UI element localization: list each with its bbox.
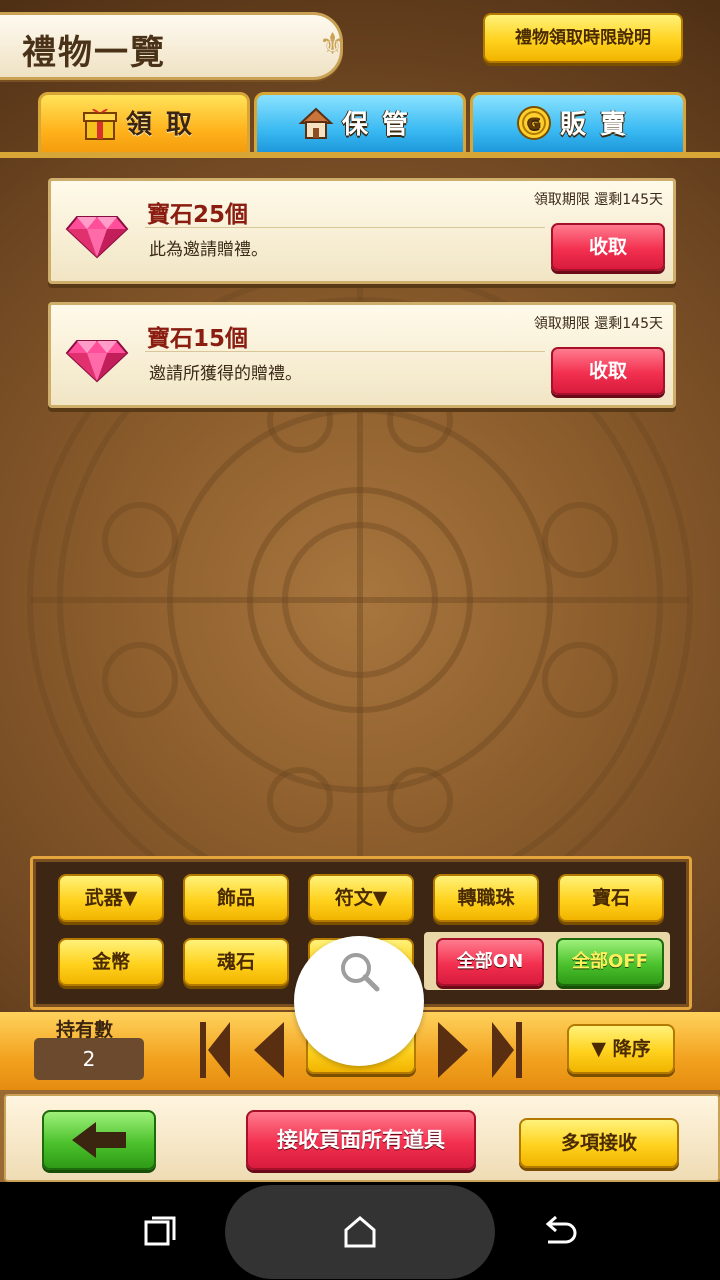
filter-class-orb[interactable]: 轉職珠 bbox=[433, 874, 539, 922]
gift-expiry: 領取期限 還剩145天 bbox=[533, 316, 663, 332]
gift-icon bbox=[82, 108, 117, 140]
filter-accessory[interactable]: 飾品 bbox=[183, 874, 289, 922]
divider bbox=[145, 227, 545, 228]
first-page-icon[interactable] bbox=[198, 1020, 232, 1080]
coin-icon: G bbox=[516, 105, 551, 140]
tab-sell[interactable]: G 販賣 bbox=[470, 92, 686, 158]
coin-letter: G bbox=[527, 114, 540, 133]
tab-divider bbox=[0, 152, 720, 158]
filter-gem[interactable]: 寶石 bbox=[558, 874, 664, 922]
collect-button[interactable]: 收取 bbox=[551, 347, 665, 395]
gift-description: 邀請所獲得的贈禮。 bbox=[149, 364, 302, 384]
filter-gold[interactable]: 金幣 bbox=[58, 938, 164, 986]
tab-label: 保管 bbox=[341, 110, 422, 140]
holdings-count: 2 bbox=[34, 1038, 144, 1080]
toggle-group: 全部ON 全部OFF bbox=[424, 932, 670, 990]
multi-receive-button[interactable]: 多項接收 bbox=[519, 1118, 679, 1168]
all-off-button[interactable]: 全部OFF bbox=[556, 938, 664, 986]
tab-label: 販賣 bbox=[559, 110, 640, 140]
gift-expiry: 領取期限 還剩145天 bbox=[533, 192, 663, 208]
next-page-icon[interactable] bbox=[436, 1020, 472, 1080]
magnifier-overlay[interactable] bbox=[294, 936, 424, 1066]
recent-apps-icon[interactable] bbox=[142, 1214, 178, 1250]
gift-item: 寶石15個 邀請所獲得的贈禮。 領取期限 還剩145天 收取 bbox=[48, 302, 676, 408]
pink-gem-icon bbox=[65, 216, 129, 259]
gift-name: 寶石15個 bbox=[147, 326, 249, 352]
prev-page-icon[interactable] bbox=[250, 1020, 286, 1080]
filter-soul-stone[interactable]: 魂石 bbox=[183, 938, 289, 986]
filter-rune-dropdown[interactable]: 符文▼ bbox=[308, 874, 414, 922]
sort-order-button[interactable]: ▼ 降序 bbox=[567, 1024, 675, 1074]
house-icon bbox=[298, 107, 334, 139]
last-page-icon[interactable] bbox=[490, 1020, 524, 1080]
collect-button[interactable]: 收取 bbox=[551, 223, 665, 271]
home-icon[interactable] bbox=[342, 1214, 378, 1250]
search-icon bbox=[341, 953, 380, 992]
back-nav-icon[interactable] bbox=[540, 1214, 580, 1250]
receive-all-button[interactable]: 接收頁面所有道具 bbox=[246, 1110, 476, 1170]
fleur-ornament-icon: ⚜ bbox=[319, 27, 346, 62]
back-arrow-icon bbox=[72, 1122, 126, 1158]
tab-storage[interactable]: 保管 bbox=[254, 92, 466, 158]
gift-name: 寶石25個 bbox=[147, 202, 249, 228]
gift-description: 此為邀請贈禮。 bbox=[149, 240, 268, 260]
time-limit-info-button[interactable]: 禮物領取時限說明 bbox=[483, 13, 683, 63]
page-title: 禮物一覽 bbox=[22, 33, 166, 73]
back-button[interactable] bbox=[42, 1110, 156, 1170]
title-banner: 禮物一覽 ⚜ bbox=[0, 12, 346, 80]
tab-receive[interactable]: 領取 bbox=[38, 92, 250, 158]
pink-gem-icon bbox=[65, 340, 129, 383]
divider bbox=[145, 351, 545, 352]
tab-label: 領取 bbox=[125, 110, 206, 140]
all-on-button[interactable]: 全部ON bbox=[436, 938, 544, 986]
gift-item: 寶石25個 此為邀請贈禮。 領取期限 還剩145天 收取 bbox=[48, 178, 676, 284]
filter-weapon-dropdown[interactable]: 武器▼ bbox=[58, 874, 164, 922]
